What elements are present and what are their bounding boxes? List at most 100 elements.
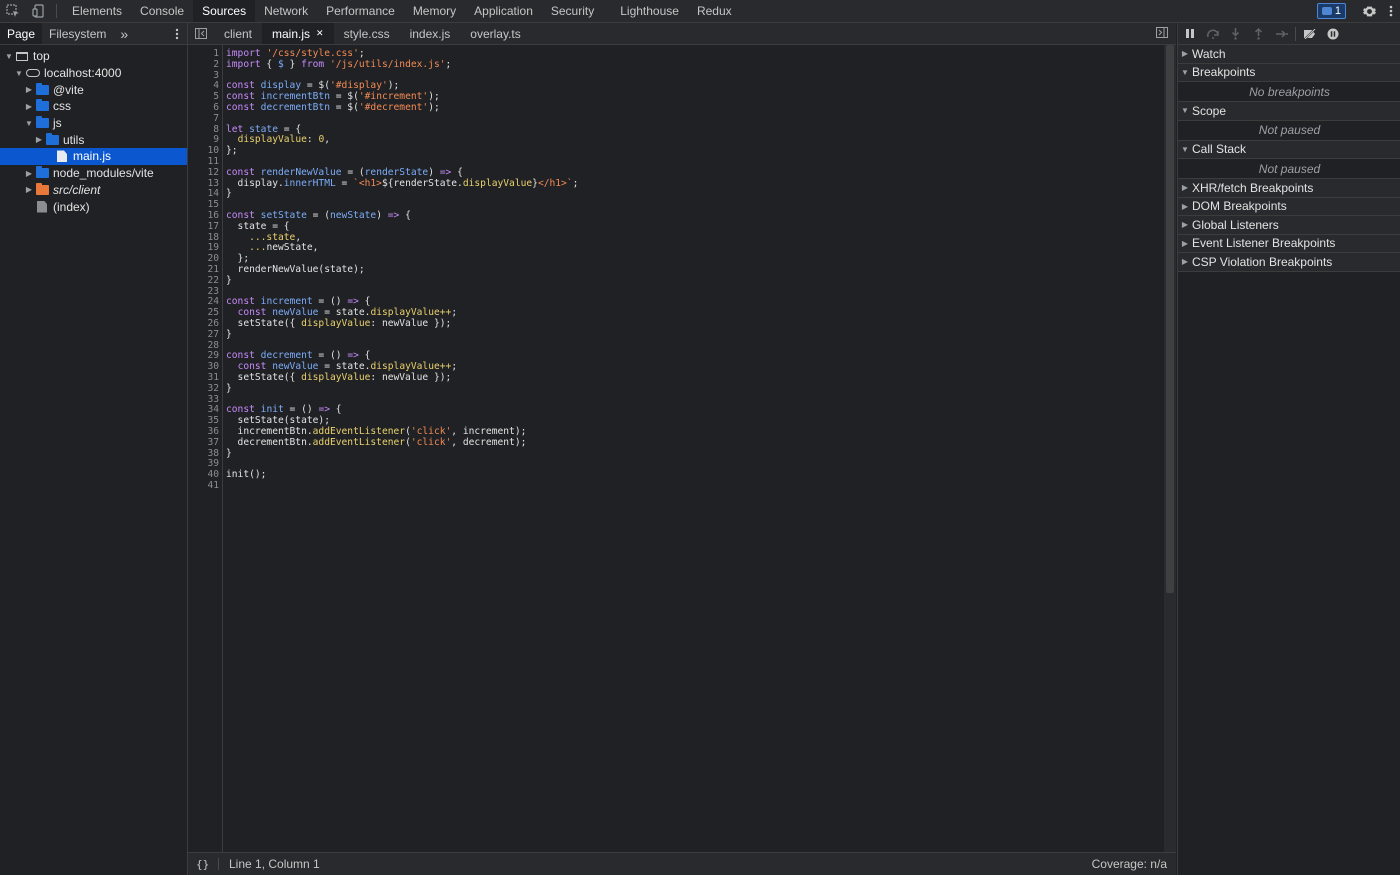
toggle-navigator-icon[interactable] xyxy=(188,28,214,39)
issues-badge[interactable]: 1 xyxy=(1316,3,1346,19)
section-breakpoints[interactable]: ▼ Breakpoints xyxy=(1178,63,1400,82)
tree-item-src-client[interactable]: ▶ src/client xyxy=(0,182,187,199)
code-token: } xyxy=(226,382,232,394)
tree-item-node-modules-vite[interactable]: ▶ node_modules/vite xyxy=(0,165,187,182)
close-tab-icon[interactable]: ✕ xyxy=(316,28,324,39)
expanded-arrow-icon[interactable]: ▼ xyxy=(4,52,14,61)
expanded-arrow-icon[interactable]: ▼ xyxy=(24,119,34,128)
tree-item-label: @vite xyxy=(53,82,84,97)
section-dom-breakpoints[interactable]: ▶ DOM Breakpoints xyxy=(1178,197,1400,216)
step-icon xyxy=(1270,23,1293,44)
toggle-debugger-icon[interactable] xyxy=(1156,27,1168,41)
deactivate-breakpoints-icon[interactable] xyxy=(1298,23,1321,44)
code-line: const renderNewValue = (renderState) => … xyxy=(226,166,463,179)
file-tab-style-css[interactable]: style.css xyxy=(334,23,400,44)
collapsed-arrow-icon: ▶ xyxy=(1181,201,1189,211)
device-toolbar-icon[interactable] xyxy=(26,0,52,22)
pause-icon[interactable] xyxy=(1178,23,1201,44)
folder-icon xyxy=(36,116,49,129)
tab-performance[interactable]: Performance xyxy=(317,0,404,22)
tab-elements[interactable]: Elements xyxy=(63,0,131,22)
navigator-menu-icon[interactable] xyxy=(175,28,179,43)
collapsed-arrow-icon[interactable]: ▶ xyxy=(34,135,44,144)
scrollbar-thumb[interactable] xyxy=(1166,45,1174,593)
tab-application[interactable]: Application xyxy=(465,0,542,22)
code-line: setState({ displayValue: newValue }); xyxy=(226,318,452,330)
code-line: }; xyxy=(226,145,238,157)
collapsed-arrow-icon[interactable]: ▶ xyxy=(24,185,34,194)
code-token: , decrement); xyxy=(451,436,527,448)
code-line: init(); xyxy=(226,469,267,481)
section-csp-violation-breakpoints[interactable]: ▶ CSP Violation Breakpoints xyxy=(1178,253,1400,272)
tab-network[interactable]: Network xyxy=(255,0,317,22)
section-watch[interactable]: ▶ Watch xyxy=(1178,45,1400,64)
tab-page[interactable]: Page xyxy=(0,23,43,44)
code-token: init(); xyxy=(226,469,267,481)
file-tab-index-js[interactable]: index.js xyxy=(400,23,461,44)
collapsed-arrow-icon[interactable]: ▶ xyxy=(24,169,34,178)
folder-icon xyxy=(46,132,59,145)
tab-console[interactable]: Console xyxy=(131,0,193,22)
inspect-element-icon[interactable] xyxy=(0,0,26,22)
tree-item-main-js[interactable]: main.js xyxy=(0,148,187,165)
line-number: 12 xyxy=(207,166,219,178)
section-event-listener-breakpoints[interactable]: ▶ Event Listener Breakpoints xyxy=(1178,234,1400,253)
code-token: { xyxy=(399,210,411,221)
code-line: } xyxy=(226,448,232,460)
code-token: `<h1> xyxy=(353,177,382,189)
expanded-arrow-icon: ▼ xyxy=(1181,67,1189,77)
tree-item-vite[interactable]: ▶ @vite xyxy=(0,81,187,98)
line-number-gutter[interactable]: 1 2 3 4 5 6 7 8 9 10 11 12 13 14 15 16 17 18 19 20 21 22 23 24 2… xyxy=(188,45,223,852)
debugger-sections: ▶ Watch ▼ Breakpoints No breakpoints ▼ Scope No… xyxy=(1178,45,1400,272)
tab-security[interactable]: Security xyxy=(542,0,603,22)
code-token: displayValue xyxy=(301,318,371,329)
section-scope[interactable]: ▼ Scope xyxy=(1178,102,1400,121)
section-global-listeners[interactable]: ▶ Global Listeners xyxy=(1178,216,1400,235)
code-token: { xyxy=(451,166,463,178)
section-label: Scope xyxy=(1192,103,1227,118)
code-token: { xyxy=(330,404,342,416)
tree-item-utils[interactable]: ▶ utils xyxy=(0,131,187,148)
pretty-print-icon[interactable]: {} xyxy=(196,858,218,871)
editor-scrollbar[interactable] xyxy=(1164,45,1176,852)
tab-filesystem[interactable]: Filesystem xyxy=(42,23,113,44)
breakpoints-placeholder: No breakpoints xyxy=(1178,82,1400,102)
status-divider xyxy=(218,858,219,870)
section-call-stack[interactable]: ▼ Call Stack xyxy=(1178,140,1400,159)
tree-item-index[interactable]: (index) xyxy=(0,198,187,215)
debugger-toolbar-divider xyxy=(1295,26,1296,41)
collapsed-arrow-icon: ▶ xyxy=(1181,220,1189,230)
file-tab-main-js[interactable]: main.js ✕ xyxy=(262,23,334,44)
code-token: state = { xyxy=(226,220,290,232)
line-number: 22 xyxy=(207,274,219,286)
settings-gear-icon[interactable] xyxy=(1356,0,1382,22)
pause-on-exceptions-icon[interactable] xyxy=(1321,23,1344,44)
tree-item-label: js xyxy=(53,116,62,131)
expanded-arrow-icon[interactable]: ▼ xyxy=(14,69,24,78)
tab-sources[interactable]: Sources xyxy=(193,0,256,22)
tree-item-js[interactable]: ▼ js xyxy=(0,115,187,132)
panel-tabs: Elements Console Sources Network Performance… xyxy=(63,0,741,22)
code-line: renderNewValue(state); xyxy=(226,264,365,276)
tree-item-top[interactable]: ▼ top xyxy=(0,48,187,65)
tab-lighthouse[interactable]: Lighthouse xyxy=(611,0,688,22)
more-options-icon[interactable] xyxy=(1382,0,1400,22)
code-token: const xyxy=(226,166,255,178)
tab-memory[interactable]: Memory xyxy=(404,0,465,22)
tab-redux[interactable]: Redux xyxy=(688,0,741,22)
collapsed-arrow-icon[interactable]: ▶ xyxy=(24,85,34,94)
document-icon xyxy=(37,200,47,213)
tree-item-localhost-4000[interactable]: ▼ localhost:4000 xyxy=(0,65,187,82)
collapsed-arrow-icon[interactable]: ▶ xyxy=(24,102,34,111)
file-tab-overlay-ts[interactable]: overlay.ts xyxy=(460,23,530,44)
issues-icon xyxy=(1321,7,1332,15)
tree-item-css[interactable]: ▶ css xyxy=(0,98,187,115)
code-token: => xyxy=(387,210,400,221)
code-token: innerHTML xyxy=(283,177,336,189)
file-tab-client[interactable]: client xyxy=(214,23,262,44)
code-area[interactable]: import '/css/style.css'; import { $ } fro… xyxy=(222,45,1162,852)
section-xhr-fetch-breakpoints[interactable]: ▶ XHR/fetch Breakpoints xyxy=(1178,179,1400,198)
devtools-toolbar: Elements Console Sources Network Performance… xyxy=(0,0,1400,23)
more-tabs-chevron-icon[interactable]: » xyxy=(113,23,135,44)
code-token: 'click' xyxy=(410,436,452,448)
